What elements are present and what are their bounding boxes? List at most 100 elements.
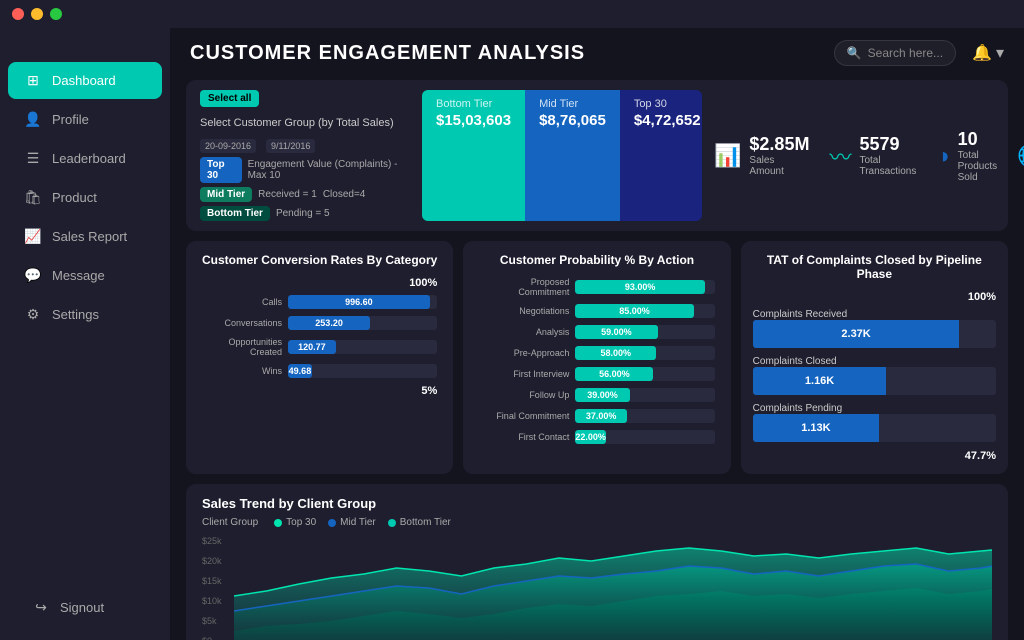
search-icon: 🔍 xyxy=(847,46,862,60)
probability-bar-chart: Proposed Commitment 93.00% Negotiations … xyxy=(475,277,718,444)
products-value: 10 xyxy=(958,129,997,150)
opportunities-label: Opportunities Created xyxy=(202,337,282,357)
legend-label-top30: Top 30 xyxy=(286,517,316,528)
y-label-5: $0 xyxy=(202,636,234,640)
legend-label-bottomtier: Bottom Tier xyxy=(400,517,451,528)
metric-transactions: 〰 5579 Total Transactions xyxy=(829,134,916,177)
metric-customers: 🌐 263 Total Customers xyxy=(1017,134,1024,177)
sidebar-item-profile[interactable]: 👤 Profile xyxy=(8,101,162,138)
filter-panel: Select all Select Customer Group (by Tot… xyxy=(200,90,410,221)
customers-icon: 🌐 xyxy=(1017,143,1024,169)
main-area: CUSTOMER ENGAGEMENT ANALYSIS 🔍 Search he… xyxy=(170,0,1024,640)
select-all-button[interactable]: Select all xyxy=(200,90,259,107)
date-badge-1: 20-09-2016 xyxy=(200,139,256,153)
prob-bar-6: 37.00% xyxy=(575,409,714,423)
content-area: Select all Select Customer Group (by Tot… xyxy=(170,74,1024,640)
close-dot[interactable] xyxy=(12,8,24,20)
sidebar-item-product[interactable]: 🛍 Product xyxy=(8,179,162,216)
sidebar-nav: ⊞ Dashboard 👤 Profile ☰ Leaderboard 🛍 Pr… xyxy=(0,50,170,575)
wins-bar: 49.68 xyxy=(288,364,437,378)
calls-label: Calls xyxy=(202,297,282,307)
prob-label-0: Proposed Commitment xyxy=(479,277,569,297)
dashboard-icon: ⊞ xyxy=(24,72,42,89)
engagement-label: Engagement Value (Complaints) - Max 10 xyxy=(248,159,410,181)
sidebar-item-dashboard[interactable]: ⊞ Dashboard xyxy=(8,62,162,99)
tat-fill-pending: 1.13K xyxy=(753,414,880,442)
prob-bar-7: 22.00% xyxy=(575,430,714,444)
sales-icon: 📊 xyxy=(714,143,741,169)
prob-fill-5: 39.00% xyxy=(575,388,629,402)
sales-value: $2.85M xyxy=(749,134,809,155)
legend-midtier: Mid Tier xyxy=(328,517,376,528)
prob-label-1: Negotiations xyxy=(479,306,569,316)
chart-legend: Client Group Top 30 Mid Tier Bottom Tier xyxy=(202,517,992,528)
legend-bottomtier: Bottom Tier xyxy=(388,517,451,528)
bar-row-wins: Wins 49.68 xyxy=(202,364,437,378)
area-chart: $25k $20k $15k $10k $5k $0 xyxy=(202,536,992,640)
sidebar-item-settings[interactable]: ⚙ Settings xyxy=(8,296,162,333)
tat-fill-closed: 1.16K xyxy=(753,367,887,395)
prob-fill-4: 56.00% xyxy=(575,367,653,381)
sidebar-label-leaderboard: Leaderboard xyxy=(52,151,126,166)
sidebar-item-signout[interactable]: ↪ Signout xyxy=(16,589,154,626)
prob-fill-3: 58.00% xyxy=(575,346,656,360)
transactions-label: Total Transactions xyxy=(859,155,916,177)
tier-block-mid: Mid Tier $8,76,065 xyxy=(525,90,620,221)
transactions-icon: 〰 xyxy=(829,140,851,172)
minimize-dot[interactable] xyxy=(31,8,43,20)
y-label-1: $20k xyxy=(202,556,234,566)
conversion-bottom-pct: 5% xyxy=(202,385,437,397)
conversion-chart-title: Customer Conversion Rates By Category xyxy=(198,253,441,267)
conversion-chart-card: Customer Conversion Rates By Category 10… xyxy=(186,241,453,474)
wins-fill: 49.68 xyxy=(288,364,312,378)
legend-dot-top30 xyxy=(274,519,282,527)
notification-area[interactable]: 🔔 ▾ xyxy=(972,43,1004,63)
top30-badge[interactable]: Top 30 xyxy=(200,157,242,183)
y-label-2: $15k xyxy=(202,576,234,586)
top-tier-value: $4,72,652 xyxy=(634,112,701,129)
sidebar-item-message[interactable]: 💬 Message xyxy=(8,257,162,294)
sidebar-label-signout: Signout xyxy=(60,600,104,615)
sales-label: Sales Amount xyxy=(749,155,809,177)
top-stats-card: Select all Select Customer Group (by Tot… xyxy=(186,80,1008,231)
maximize-dot[interactable] xyxy=(50,8,62,20)
prob-bar-5: 39.00% xyxy=(575,388,714,402)
tat-row-pending: Complaints Pending 1.13K xyxy=(753,403,996,442)
prob-bar-4: 56.00% xyxy=(575,367,714,381)
conversion-top-pct: 100% xyxy=(202,277,437,289)
bottomtier-badge[interactable]: Bottom Tier xyxy=(200,206,270,221)
search-placeholder: Search here... xyxy=(868,46,943,60)
tat-bar-pending: 1.13K xyxy=(753,414,996,442)
sidebar-label-message: Message xyxy=(52,268,105,283)
page-title: CUSTOMER ENGAGEMENT ANALYSIS xyxy=(190,42,585,65)
metrics-row: 📊 $2.85M Sales Amount 〰 5579 Total Trans… xyxy=(714,90,1024,221)
pending-label: Pending = 5 xyxy=(276,208,330,219)
prob-row-4: First Interview 56.00% xyxy=(479,367,714,381)
header-right: 🔍 Search here... 🔔 ▾ xyxy=(834,40,1004,66)
bar-row-calls: Calls 996.60 xyxy=(202,295,437,309)
prob-fill-2: 59.00% xyxy=(575,325,657,339)
tat-bar-received: 2.37K xyxy=(753,320,996,348)
profile-icon: 👤 xyxy=(24,111,42,128)
calls-bar: 996.60 xyxy=(288,295,437,309)
sidebar-bottom: ↪ Signout xyxy=(0,575,170,640)
chevron-down-icon: ▾ xyxy=(996,43,1004,63)
prob-row-3: Pre-Approach 58.00% xyxy=(479,346,714,360)
metric-sales: 📊 $2.85M Sales Amount xyxy=(714,134,809,177)
products-label: Total Products Sold xyxy=(958,150,997,183)
search-box[interactable]: 🔍 Search here... xyxy=(834,40,956,66)
prob-label-4: First Interview xyxy=(479,369,569,379)
bar-row-opportunities: Opportunities Created 120.77 xyxy=(202,337,437,357)
sidebar-item-sales-report[interactable]: 📈 Sales Report xyxy=(8,218,162,255)
y-axis-labels: $25k $20k $15k $10k $5k $0 xyxy=(202,536,234,640)
tat-chart-title: TAT of Complaints Closed by Pipeline Pha… xyxy=(753,253,996,281)
conversations-label: Conversations xyxy=(202,318,282,328)
sidebar-label-profile: Profile xyxy=(52,112,89,127)
opportunities-fill: 120.77 xyxy=(288,340,336,354)
opportunities-bar: 120.77 xyxy=(288,340,437,354)
message-icon: 💬 xyxy=(24,267,42,284)
group-label: Select Customer Group (by Total Sales) xyxy=(200,117,394,129)
sidebar-item-leaderboard[interactable]: ☰ Leaderboard xyxy=(8,140,162,177)
window-chrome xyxy=(0,0,1024,28)
midtier-badge[interactable]: Mid Tier xyxy=(200,187,252,202)
